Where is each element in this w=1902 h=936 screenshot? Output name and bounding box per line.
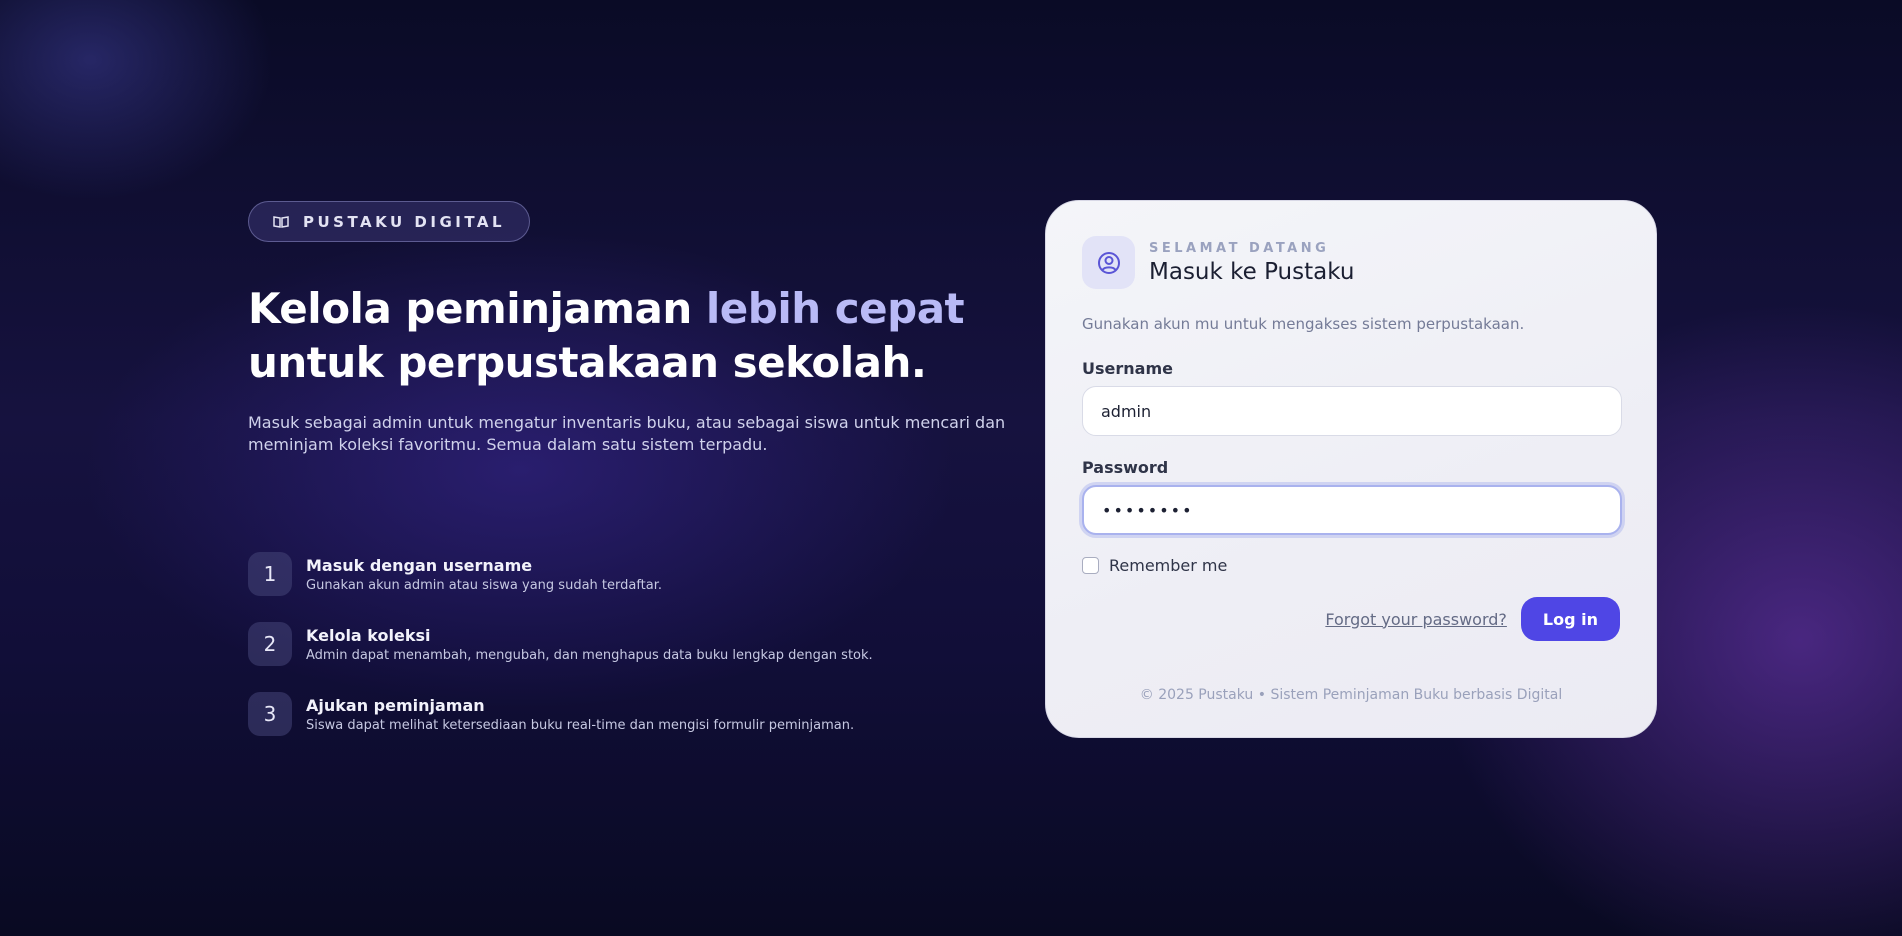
hero-subtext: Masuk sebagai admin untuk mengatur inven… [248, 413, 1006, 454]
user-circle-icon [1097, 251, 1120, 274]
step-title: Kelola koleksi [306, 626, 431, 645]
hero-section: PUSTAKU DIGITAL Kelola peminjaman lebih … [248, 201, 1008, 456]
form-actions: Forgot your password? Log in [1082, 597, 1620, 641]
username-label: Username [1082, 359, 1173, 378]
login-button[interactable]: Log in [1520, 597, 1620, 641]
card-header: SELAMAT DATANG Masuk ke Pustaku [1082, 236, 1620, 289]
book-icon [273, 215, 289, 228]
step-description: Siswa dapat melihat ketersediaan buku re… [306, 718, 855, 733]
password-input[interactable] [1082, 485, 1622, 535]
step-item: 1 Masuk dengan username Gunakan akun adm… [248, 552, 873, 596]
password-label: Password [1082, 458, 1169, 477]
step-description: Admin dapat menambah, mengubah, dan meng… [306, 648, 873, 663]
step-title: Ajukan peminjaman [306, 696, 485, 715]
headline-text-end: untuk perpustakaan sekolah. [248, 338, 927, 387]
step-description: Gunakan akun admin atau siswa yang sudah… [306, 578, 663, 593]
login-card: SELAMAT DATANG Masuk ke Pustaku Gunakan … [1045, 200, 1657, 738]
step-number: 3 [248, 692, 292, 736]
headline-text: Kelola peminjaman [248, 284, 706, 333]
step-number: 2 [248, 622, 292, 666]
remember-me-label[interactable]: Remember me [1109, 556, 1227, 575]
username-input[interactable] [1082, 386, 1622, 436]
user-avatar-badge [1082, 236, 1135, 289]
card-description: Gunakan akun mu untuk mengakses sistem p… [1082, 315, 1525, 333]
step-item: 3 Ajukan peminjaman Siswa dapat melihat … [248, 692, 873, 736]
remember-me-checkbox[interactable] [1082, 557, 1099, 574]
brand-label: PUSTAKU DIGITAL [303, 212, 506, 231]
steps-list: 1 Masuk dengan username Gunakan akun adm… [248, 552, 873, 762]
headline-accent: lebih cepat [705, 284, 965, 333]
remember-me-row[interactable]: Remember me [1082, 556, 1620, 575]
forgot-password-link[interactable]: Forgot your password? [1325, 610, 1507, 629]
step-item: 2 Kelola koleksi Admin dapat menambah, m… [248, 622, 873, 666]
step-title: Masuk dengan username [306, 556, 533, 575]
card-footer: © 2025 Pustaku • Sistem Peminjaman Buku … [1139, 687, 1563, 703]
hero-headline: Kelola peminjaman lebih cepat untuk perp… [248, 282, 1008, 390]
card-title: Masuk ke Pustaku [1149, 258, 1355, 285]
brand-badge: PUSTAKU DIGITAL [248, 201, 531, 242]
welcome-eyebrow: SELAMAT DATANG [1149, 240, 1330, 256]
step-number: 1 [248, 552, 292, 596]
